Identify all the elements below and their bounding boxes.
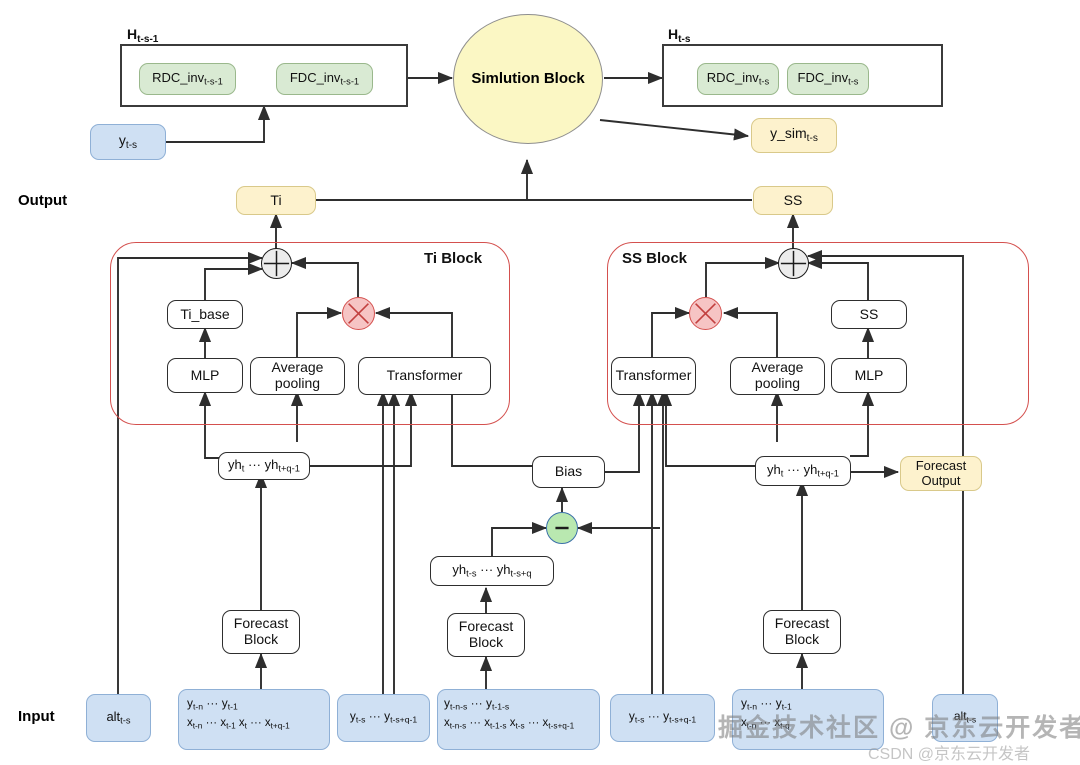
input-y-current-short[interactable]: yt-n ··· yt-1 xt-n ··· xt-q [732,689,884,750]
ti-output-box[interactable]: Ti [236,186,316,215]
simulation-block[interactable]: Simlution Block [453,14,603,144]
rdc-inv-right[interactable]: RDC_invt-s [697,63,779,95]
y-ts-top-input[interactable]: yt-s [90,124,166,160]
forecast-block-3[interactable]: Forecast Block [763,610,841,654]
h-tag-right: Ht-s [668,26,691,45]
ss-block-title: SS Block [622,250,688,267]
ti-average-pooling-node[interactable]: Average pooling [250,357,345,395]
diagram-canvas: Ht-s-1 RDC_invt-s-1 FDC_invt-s-1 Simluti… [0,0,1080,765]
output-label: Output [18,192,68,209]
rdc-inv-left[interactable]: RDC_invt-s-1 [139,63,236,95]
ss-sum-operator[interactable] [778,248,809,279]
ss-transformer-node[interactable]: Transformer [611,357,696,395]
yh-left-box[interactable]: yht ··· yht+q-1 [218,452,310,480]
forecast-output-box[interactable]: Forecast Output [900,456,982,491]
subtract-operator[interactable] [546,512,578,544]
input-y-lag-short[interactable]: yt-s ··· yt-s+q-1 [337,694,430,742]
input-label: Input [18,708,55,725]
yh-right-box[interactable]: yht ··· yht+q-1 [755,456,851,486]
ti-block-title: Ti Block [424,250,483,267]
ss-mlp-node[interactable]: MLP [831,358,907,393]
ss-block-boundary [607,242,1029,425]
fdc-inv-left[interactable]: FDC_invt-s-1 [276,63,373,95]
watermark-secondary: CSDN @京东云开发者 [868,746,1031,763]
forecast-block-2[interactable]: Forecast Block [447,613,525,657]
ti-sum-operator[interactable] [261,248,292,279]
ss-average-pooling-node[interactable]: Average pooling [730,357,825,395]
input-y-lag-short-2[interactable]: yt-s ··· yt-s+q-1 [610,694,715,742]
ss-multiply-operator[interactable] [689,297,722,330]
input-alt-right[interactable]: altt-s [932,694,998,742]
ti-multiply-operator[interactable] [342,297,375,330]
bias-node[interactable]: Bias [532,456,605,488]
h-tag-left: Ht-s-1 [127,26,159,45]
ti-mlp-node[interactable]: MLP [167,358,243,393]
yh-lag-box[interactable]: yht-s ··· yht-s+q [430,556,554,586]
ss-node[interactable]: SS [831,300,907,329]
ti-transformer-node[interactable]: Transformer [358,357,491,395]
ti-block-boundary [110,242,510,425]
forecast-block-1[interactable]: Forecast Block [222,610,300,654]
input-y-x-current[interactable]: yt-n ··· yt-1 xt-n ··· xt-1 xt ··· xt+q-… [178,689,330,750]
ss-output-box[interactable]: SS [753,186,833,215]
input-alt-left[interactable]: altt-s [86,694,151,742]
y-sim-output[interactable]: y_simt-s [751,118,837,153]
input-y-x-lag[interactable]: yt-n-s ··· yt-1-s xt-n-s ··· xt-1-s xt-s… [437,689,600,750]
fdc-inv-right[interactable]: FDC_invt-s [787,63,869,95]
ti-base-node[interactable]: Ti_base [167,300,243,329]
